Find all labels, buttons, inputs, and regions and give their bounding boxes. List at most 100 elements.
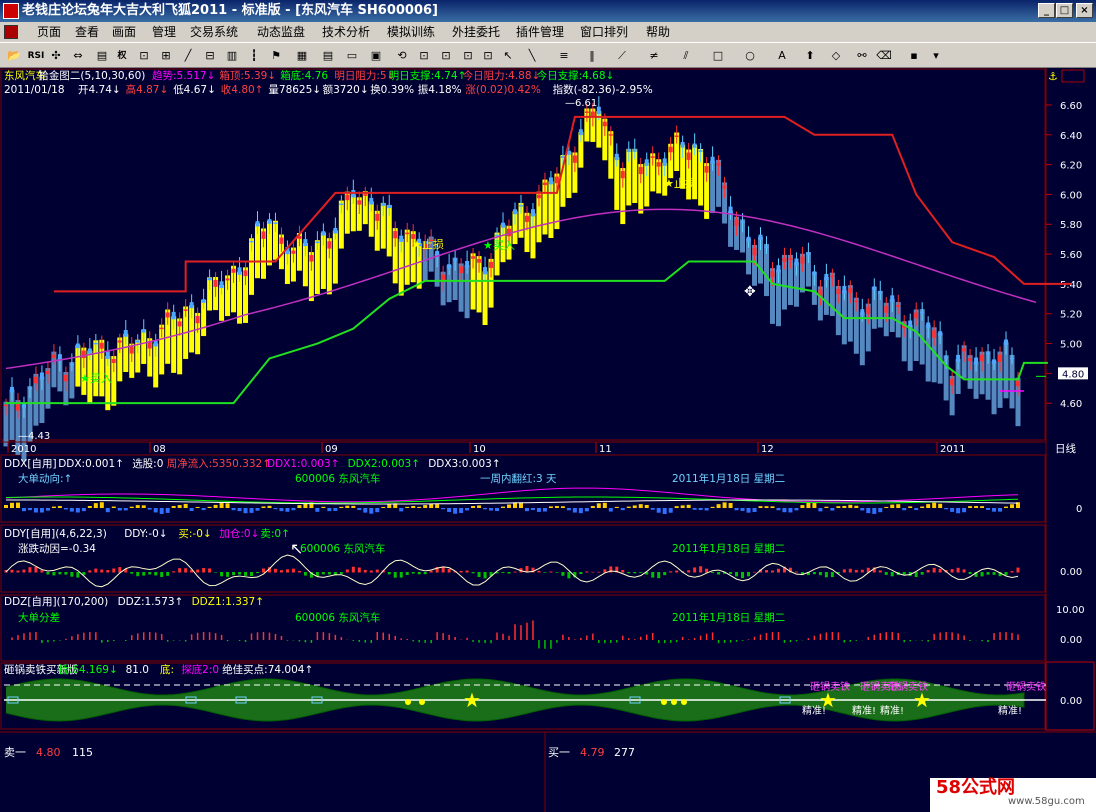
menu-item-4[interactable]: 交易系统: [190, 22, 238, 43]
ddx-bar: [123, 508, 128, 511]
ddy-bar: [130, 572, 134, 574]
quan-button[interactable]: 权: [112, 47, 132, 65]
ddy-bar: [585, 571, 589, 573]
ddy-bar: [968, 572, 972, 575]
rsi-button[interactable]: RSI: [26, 47, 46, 65]
candle-body: [854, 300, 859, 303]
move-icon[interactable]: ✣: [46, 47, 66, 65]
flat-icon[interactable]: ▭: [342, 47, 362, 65]
chart-area[interactable]: 东风汽车 拾金图二(5,10,30,60) 趋势:5.517↓ 箱顶:5.39↓ 箱底:…: [0, 68, 1096, 812]
candle-body: [207, 277, 212, 281]
menu-item-11[interactable]: 帮助: [646, 22, 670, 43]
ddy-bar: [764, 570, 768, 573]
close-button[interactable]: ×: [1076, 3, 1093, 18]
ddy-bar: [567, 572, 571, 579]
menu-item-0[interactable]: 页面: [37, 22, 61, 43]
chart-canvas[interactable]: 东风汽车拾金图二(5,10,30,60) 趋势:5.517↓ 箱顶:5.39↓ 箱底:…: [0, 68, 1096, 812]
candle-body: [794, 258, 799, 266]
menu-item-9[interactable]: 插件管理: [516, 22, 564, 43]
menu-item-8[interactable]: 外挂委托: [452, 22, 500, 43]
refresh-icon[interactable]: ⟲: [392, 47, 412, 65]
ddx-bar: [153, 508, 158, 513]
ddx-bar: [285, 508, 290, 512]
erase-icon[interactable]: ⌫: [874, 47, 894, 65]
shapes-icon[interactable]: ◇: [826, 47, 846, 65]
left-right-icon[interactable]: ⇔: [68, 47, 88, 65]
ddx-bar: [387, 504, 392, 508]
fit-icon[interactable]: ⊡: [134, 47, 154, 65]
candle-body: [15, 403, 20, 411]
ddy-bar: [166, 572, 170, 576]
bar-icon[interactable]: ▥: [222, 47, 242, 65]
ddx-bar: [890, 504, 895, 508]
ddy-bar: [1016, 567, 1020, 573]
ddx-bar: [668, 508, 673, 513]
menu-item-7[interactable]: 模拟训练: [387, 22, 435, 43]
pot-signal-bottom-3: 精准!: [998, 704, 1022, 717]
candle-body: [662, 158, 667, 166]
channel-icon[interactable]: ≠: [644, 47, 664, 65]
ddy-bar: [52, 572, 56, 576]
menu-item-10[interactable]: 窗口排列: [580, 22, 628, 43]
text-tool-icon[interactable]: A: [772, 47, 792, 65]
menu-item-6[interactable]: 技术分析: [322, 22, 370, 43]
ddx-bar: [411, 506, 416, 508]
link-icon[interactable]: ⚯: [852, 47, 872, 65]
box2-icon[interactable]: ⊡: [436, 47, 456, 65]
grid-icon[interactable]: ▦: [292, 47, 312, 65]
ddx-bar: [878, 508, 883, 513]
x-tick-3: 10: [473, 444, 486, 455]
ddy-bar: [375, 569, 379, 573]
ddx-header-0: DDX[自用]: [4, 457, 57, 470]
box3-icon[interactable]: ⊡: [458, 47, 478, 65]
candle-body: [674, 135, 679, 137]
ddy-bar: [705, 568, 709, 573]
box1-icon[interactable]: ⊡: [414, 47, 434, 65]
ddy-bar: [363, 569, 367, 573]
ddy-bar: [794, 571, 798, 573]
save-icon[interactable]: ▪: [904, 47, 924, 65]
flag-icon[interactable]: ⚑: [266, 47, 286, 65]
maximize-button[interactable]: □: [1056, 3, 1073, 18]
menu-item-3[interactable]: 管理: [152, 22, 176, 43]
ellipse-tool-icon[interactable]: ○: [740, 47, 760, 65]
expand-icon[interactable]: ⊞: [156, 47, 176, 65]
ddy-bar: [250, 572, 254, 577]
candle-body: [788, 257, 793, 261]
cursor-icon[interactable]: ↖: [498, 47, 518, 65]
candle-body: [135, 340, 140, 343]
fib-line-icon[interactable]: ≡: [554, 47, 574, 65]
parallel-icon[interactable]: ⫽: [676, 47, 696, 65]
minimize-button[interactable]: _: [1038, 3, 1055, 18]
menu-item-2[interactable]: 画面: [112, 22, 136, 43]
candle-body: [896, 305, 901, 307]
table-icon[interactable]: ▤: [318, 47, 338, 65]
open-icon[interactable]: 📂: [4, 47, 24, 65]
rect-tool-icon[interactable]: □: [708, 47, 728, 65]
line-icon[interactable]: ╱: [178, 47, 198, 65]
dropdown-chevron-icon[interactable]: ▾: [926, 47, 946, 65]
arrow-tool-icon[interactable]: ⬆: [800, 47, 820, 65]
layers-icon[interactable]: ▣: [366, 47, 386, 65]
watermark-logo: 58公式网 www.58gu.com: [930, 778, 1096, 812]
main-header1-4: 箱底:4.76: [280, 69, 328, 82]
zoom-icon[interactable]: ▤: [92, 47, 112, 65]
document-icon[interactable]: [4, 25, 18, 39]
box4-icon[interactable]: ⊡: [478, 47, 498, 65]
fan-icon[interactable]: ⟋: [612, 47, 632, 65]
ddy-header-1: DDY:-0↓: [124, 528, 167, 540]
ddx-bar: [974, 506, 979, 508]
pen-icon[interactable]: ╲: [522, 47, 542, 65]
ddy-bar: [178, 568, 182, 573]
level-icon[interactable]: ⊟: [200, 47, 220, 65]
ddx-bar: [507, 504, 512, 508]
candle-body: [830, 275, 835, 278]
ddy-bar: [741, 572, 745, 579]
vlines-icon[interactable]: ‖: [582, 47, 602, 65]
menu-item-5[interactable]: 动态监盘: [257, 22, 305, 43]
ddx-bar: [321, 506, 326, 508]
ddy-bar: [938, 568, 942, 573]
candle-body: [764, 246, 769, 248]
ruler-icon[interactable]: ┇: [244, 47, 264, 65]
menu-item-1[interactable]: 查看: [75, 22, 99, 43]
